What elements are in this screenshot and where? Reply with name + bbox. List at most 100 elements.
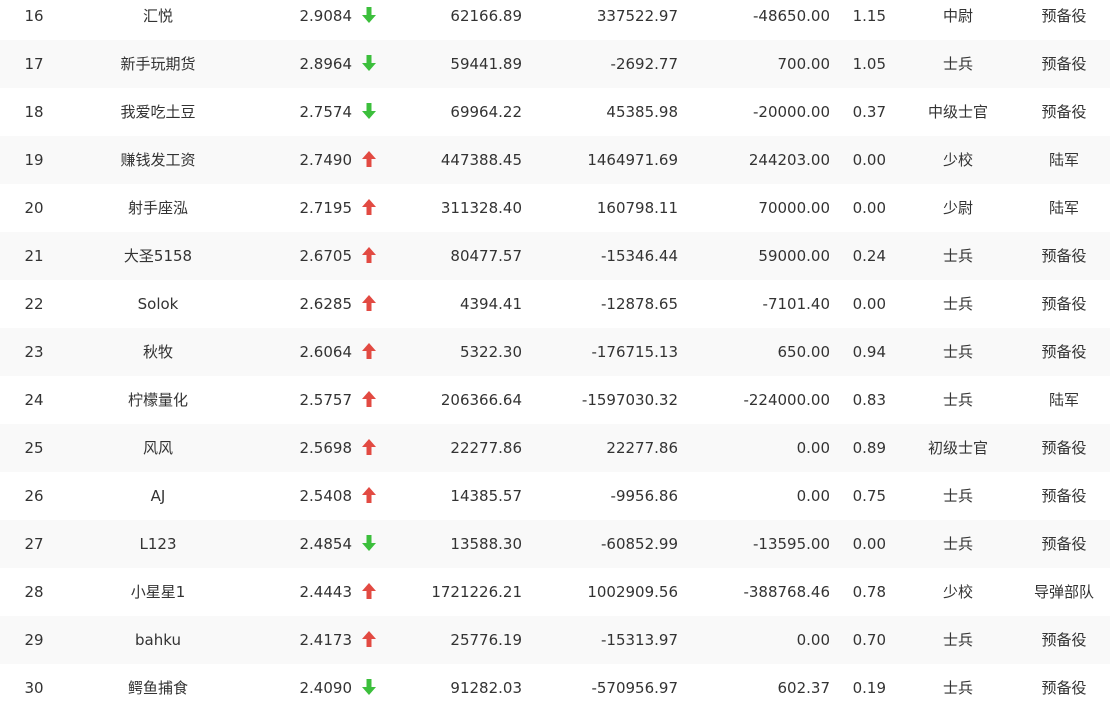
table-row[interactable]: 21 大圣5158 2.6705 80477.57 -15346.44 5900…: [0, 232, 1110, 280]
rank-cell: 20: [24, 199, 44, 217]
table-row[interactable]: 19 赚钱发工资 2.7490 447388.45 1464971.69 244…: [0, 136, 1110, 184]
arrow-up-icon: [358, 616, 380, 664]
name-cell[interactable]: bahku: [78, 616, 238, 664]
value2-cell: -15313.97: [601, 631, 678, 649]
value1-cell: 5322.30: [459, 343, 522, 361]
rank-cell: 19: [24, 151, 44, 169]
table-row[interactable]: 27 L123 2.4854 13588.30 -60852.99 -13595…: [0, 520, 1110, 568]
name-cell[interactable]: 射手座泓: [78, 184, 238, 232]
rank-cell: 30: [24, 679, 44, 697]
name-cell[interactable]: Solok: [78, 280, 238, 328]
value3-cell: -224000.00: [743, 391, 830, 409]
value1-cell: 13588.30: [450, 535, 522, 553]
unit-cell: 预备役: [1041, 487, 1087, 505]
arrow-up-icon: [358, 568, 380, 616]
table-row[interactable]: 16 汇悦 2.9084 62166.89 337522.97 -48650.0…: [0, 0, 1110, 40]
table-row[interactable]: 29 bahku 2.4173 25776.19 -15313.97 0.00 …: [0, 616, 1110, 664]
table-row[interactable]: 20 射手座泓 2.7195 311328.40 160798.11 70000…: [0, 184, 1110, 232]
unit-cell: 预备役: [1041, 439, 1087, 457]
name-cell[interactable]: 鳄鱼捕食: [78, 664, 238, 712]
arrow-up-icon: [358, 424, 380, 472]
table-row[interactable]: 28 小星星1 2.4443 1721226.21 1002909.56 -38…: [0, 568, 1110, 616]
value3-cell: -13595.00: [753, 535, 830, 553]
score-cell: 2.7195: [299, 199, 353, 217]
value2-cell: 337522.97: [596, 7, 678, 25]
score-cell: 2.4090: [299, 679, 353, 697]
military-rank-cell: 士兵: [942, 487, 973, 505]
name-cell[interactable]: 风风: [78, 424, 238, 472]
unit-cell: 预备役: [1041, 55, 1087, 73]
name-cell[interactable]: 秋牧: [78, 328, 238, 376]
value1-cell: 62166.89: [450, 7, 522, 25]
ratio-cell: 0.00: [852, 199, 886, 217]
unit-cell: 预备役: [1041, 679, 1087, 697]
value2-cell: -570956.97: [591, 679, 678, 697]
score-cell: 2.5698: [299, 439, 353, 457]
score-cell: 2.4443: [299, 583, 353, 601]
score-cell: 2.5757: [299, 391, 353, 409]
table-row[interactable]: 30 鳄鱼捕食 2.4090 91282.03 -570956.97 602.3…: [0, 664, 1110, 712]
value3-cell: 244203.00: [748, 151, 830, 169]
name-cell[interactable]: 柠檬量化: [78, 376, 238, 424]
value3-cell: 650.00: [777, 343, 831, 361]
arrow-down-icon: [358, 664, 380, 712]
ratio-cell: 0.00: [852, 151, 886, 169]
rank-cell: 23: [24, 343, 44, 361]
value3-cell: 0.00: [796, 487, 830, 505]
unit-cell: 预备役: [1041, 103, 1087, 121]
military-rank-cell: 士兵: [942, 55, 973, 73]
ratio-cell: 0.83: [852, 391, 886, 409]
arrow-up-icon: [358, 280, 380, 328]
ratio-cell: 0.19: [852, 679, 886, 697]
score-cell: 2.7490: [299, 151, 353, 169]
arrow-up-icon: [358, 376, 380, 424]
value3-cell: -48650.00: [753, 7, 830, 25]
arrow-down-icon: [358, 0, 380, 40]
value1-cell: 1721226.21: [431, 583, 522, 601]
value2-cell: -2692.77: [610, 55, 678, 73]
value3-cell: 0.00: [796, 439, 830, 457]
score-cell: 2.7574: [299, 103, 353, 121]
ratio-cell: 0.89: [852, 439, 886, 457]
name-cell[interactable]: 赚钱发工资: [78, 136, 238, 184]
ratio-cell: 0.37: [852, 103, 886, 121]
table-row[interactable]: 26 AJ 2.5408 14385.57 -9956.86 0.00 0.75…: [0, 472, 1110, 520]
ratio-cell: 0.00: [852, 535, 886, 553]
table-row[interactable]: 22 Solok 2.6285 4394.41 -12878.65 -7101.…: [0, 280, 1110, 328]
name-cell[interactable]: AJ: [78, 472, 238, 520]
ratio-cell: 1.05: [852, 55, 886, 73]
military-rank-cell: 少校: [942, 151, 973, 169]
value1-cell: 311328.40: [440, 199, 522, 217]
name-cell[interactable]: L123: [78, 520, 238, 568]
name-cell[interactable]: 小星星1: [78, 568, 238, 616]
table-row[interactable]: 25 风风 2.5698 22277.86 22277.86 0.00 0.89…: [0, 424, 1110, 472]
rank-cell: 16: [24, 7, 44, 25]
military-rank-cell: 士兵: [942, 295, 973, 313]
arrow-up-icon: [358, 472, 380, 520]
ranking-table: 16 汇悦 2.9084 62166.89 337522.97 -48650.0…: [0, 0, 1110, 712]
value3-cell: 602.37: [777, 679, 831, 697]
value2-cell: -15346.44: [601, 247, 678, 265]
name-cell[interactable]: 汇悦: [78, 0, 238, 40]
rank-cell: 18: [24, 103, 44, 121]
value1-cell: 206366.64: [440, 391, 522, 409]
table-row[interactable]: 23 秋牧 2.6064 5322.30 -176715.13 650.00 0…: [0, 328, 1110, 376]
unit-cell: 预备役: [1041, 7, 1087, 25]
ratio-cell: 0.75: [852, 487, 886, 505]
unit-cell: 预备役: [1041, 631, 1087, 649]
name-cell[interactable]: 新手玩期货: [78, 40, 238, 88]
table-row[interactable]: 24 柠檬量化 2.5757 206366.64 -1597030.32 -22…: [0, 376, 1110, 424]
name-cell[interactable]: 我爱吃土豆: [78, 88, 238, 136]
value3-cell: 59000.00: [758, 247, 830, 265]
military-rank-cell: 士兵: [942, 535, 973, 553]
table-row[interactable]: 18 我爱吃土豆 2.7574 69964.22 45385.98 -20000…: [0, 88, 1110, 136]
value1-cell: 91282.03: [450, 679, 522, 697]
unit-cell: 陆军: [1048, 391, 1079, 409]
value2-cell: 45385.98: [606, 103, 678, 121]
unit-cell: 预备役: [1041, 343, 1087, 361]
rank-cell: 28: [24, 583, 44, 601]
name-cell[interactable]: 大圣5158: [78, 232, 238, 280]
table-row[interactable]: 17 新手玩期货 2.8964 59441.89 -2692.77 700.00…: [0, 40, 1110, 88]
arrow-down-icon: [358, 520, 380, 568]
value2-cell: -9956.86: [610, 487, 678, 505]
